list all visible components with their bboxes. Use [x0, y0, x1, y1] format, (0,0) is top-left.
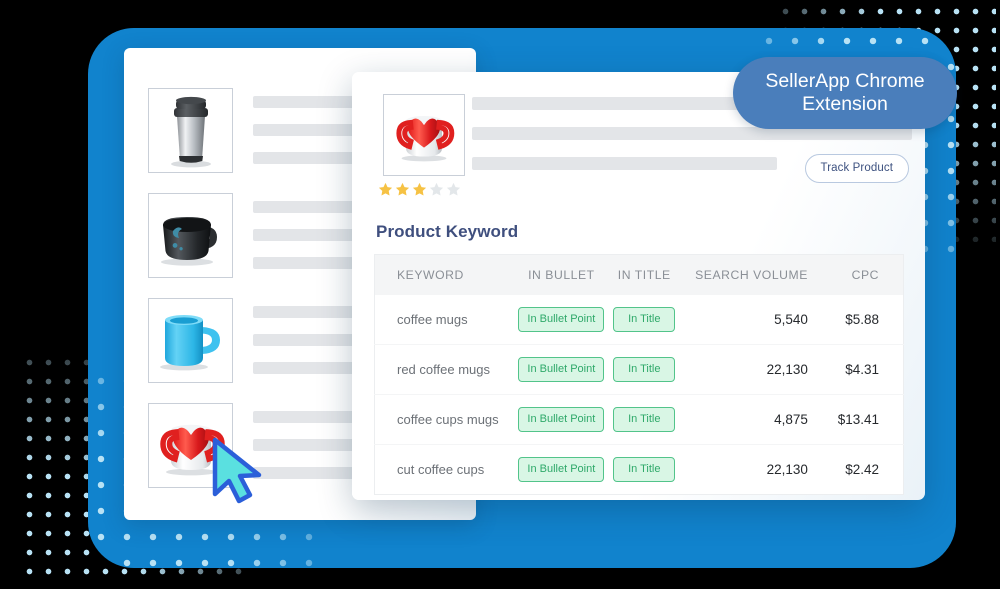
cell-in-title: In Title: [609, 344, 680, 395]
cell-search-volume: 5,540: [774, 312, 808, 327]
in-bullet-badge: In Bullet Point: [518, 307, 605, 332]
column-header-in-bullet: IN BULLET: [528, 268, 595, 282]
in-bullet-badge: In Bullet Point: [518, 457, 605, 482]
extension-label-badge: SellerApp Chrome Extension: [733, 57, 957, 129]
cell-in-title: In Title: [609, 444, 680, 495]
mouse-cursor-icon: [212, 437, 262, 504]
cell-search-volume: 22,130: [679, 444, 830, 495]
table-row[interactable]: cut coffee cups In Bullet Point In Title…: [374, 444, 904, 495]
badge-line-1: SellerApp Chrome: [765, 70, 925, 92]
page-title: Product Keyword: [376, 222, 519, 241]
column-header-in-title: IN TITLE: [617, 268, 671, 282]
rating-stars: [378, 182, 461, 197]
cell-keyword: coffee mugs: [397, 312, 468, 327]
cell-search-volume: 22,130: [679, 344, 830, 395]
track-product-button[interactable]: Track Product: [804, 154, 909, 183]
travel-tumbler-thumbnail[interactable]: [148, 88, 233, 173]
column-header-search-volume: SEARCH VOLUME: [695, 268, 808, 282]
cell-in-title: In Title: [609, 394, 680, 445]
cell-cpc: $13.41: [829, 394, 904, 445]
badge-line-2: Extension: [802, 93, 888, 115]
star-empty-icon: [429, 182, 444, 196]
table-row[interactable]: coffee mugs In Bullet Point In Title 5,5…: [375, 295, 904, 345]
table-header-row: KEYWORD IN BULLET IN TITLE SEARCH VOLUME…: [374, 254, 904, 295]
cell-in-bullet: In Bullet Point: [513, 344, 610, 395]
in-bullet-badge: In Bullet Point: [518, 407, 605, 432]
hero-product-image[interactable]: [383, 94, 465, 176]
table-row[interactable]: coffee cups mugs In Bullet Point In Titl…: [374, 394, 904, 445]
cell-search-volume: 4,875: [679, 394, 830, 445]
red-heart-mug-icon: [396, 115, 455, 162]
star-empty-icon: [446, 182, 461, 196]
in-title-badge: In Title: [613, 457, 676, 482]
cell-in-title: In Title: [609, 295, 679, 345]
cell-cpc: $4.31: [829, 344, 904, 395]
in-title-badge: In Title: [613, 307, 676, 332]
black-mug-icon: [160, 216, 217, 266]
screenshot-stage: Track Product Product Keyword KEYWORD IN…: [0, 0, 1000, 589]
cell-in-bullet: In Bullet Point: [513, 444, 610, 495]
blue-coffee-mug-thumbnail[interactable]: [148, 298, 233, 383]
cell-keyword: red coffee mugs: [374, 344, 514, 395]
star-filled-icon: [412, 182, 427, 196]
in-bullet-badge: In Bullet Point: [518, 357, 605, 382]
blue-mug-icon: [159, 314, 220, 370]
cell-cpc: $2.42: [829, 444, 904, 495]
star-filled-icon: [378, 182, 393, 196]
tumbler-icon: [170, 96, 211, 167]
column-header-keyword: KEYWORD: [397, 268, 464, 282]
column-header-cpc: CPC: [851, 268, 879, 282]
star-filled-icon: [395, 182, 410, 196]
product-detail-card: Track Product Product Keyword KEYWORD IN…: [352, 72, 925, 500]
black-coffee-mug-thumbnail[interactable]: [148, 193, 233, 278]
product-keyword-table: KEYWORD IN BULLET IN TITLE SEARCH VOLUME…: [374, 254, 904, 495]
in-title-badge: In Title: [613, 407, 676, 432]
cell-in-bullet: In Bullet Point: [513, 394, 610, 445]
cell-keyword: cut coffee cups: [374, 444, 514, 495]
cell-keyword: coffee cups mugs: [374, 394, 514, 445]
table-row[interactable]: red coffee mugs In Bullet Point In Title…: [374, 344, 904, 395]
cell-in-bullet: In Bullet Point: [513, 295, 609, 345]
in-title-badge: In Title: [613, 357, 676, 382]
cell-cpc: $5.88: [845, 312, 879, 327]
